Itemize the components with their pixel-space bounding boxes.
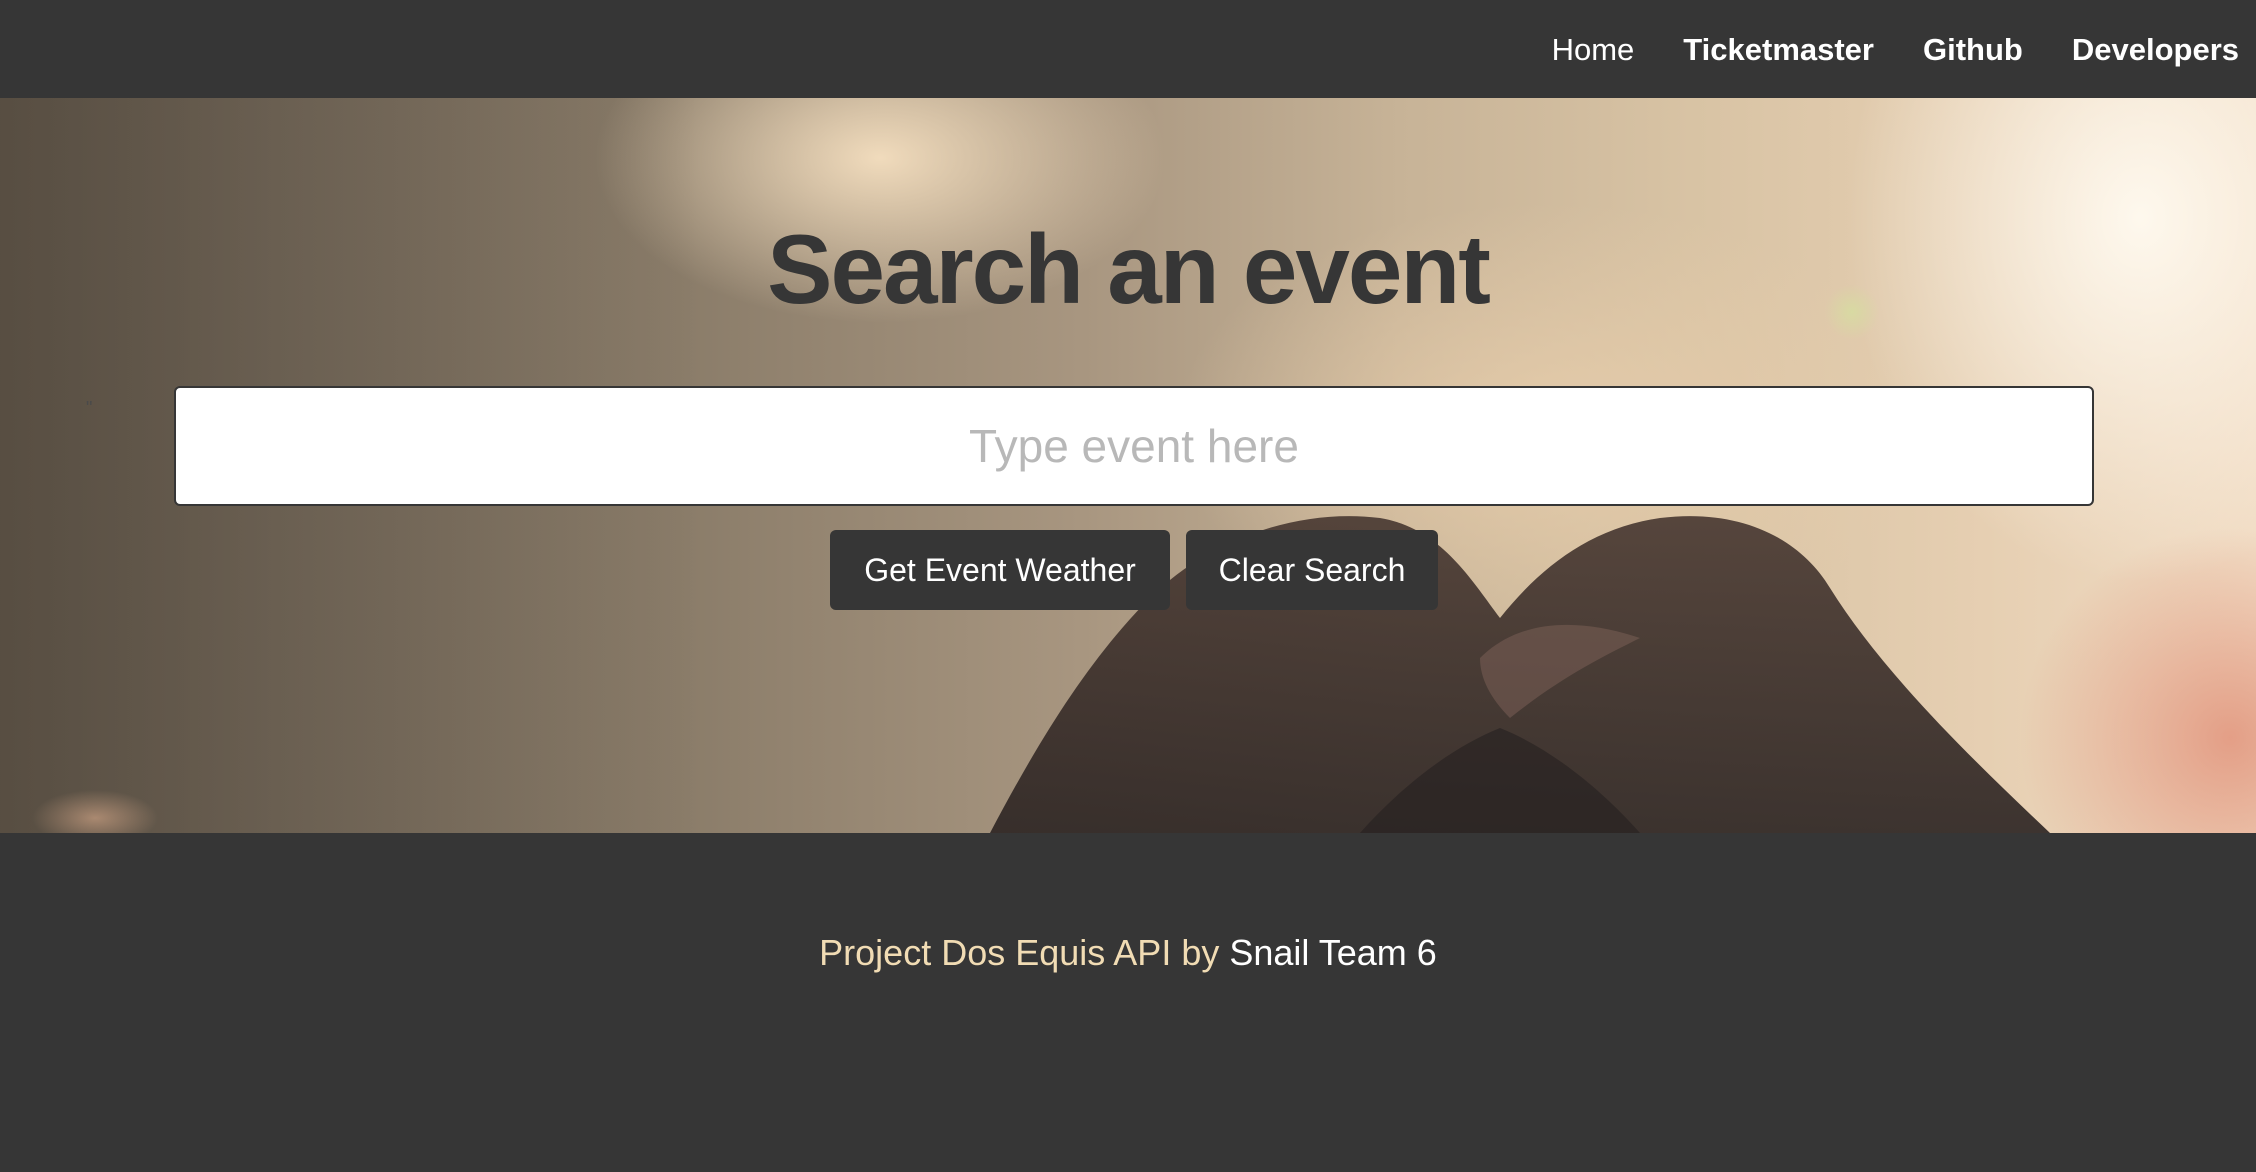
page-title: Search an event	[767, 214, 1491, 324]
top-navbar: Home Ticketmaster Github Developers	[0, 0, 2256, 98]
footer-project-text: Project Dos Equis API by	[819, 932, 1220, 973]
get-event-weather-button[interactable]: Get Event Weather	[830, 530, 1170, 610]
nav-link-home[interactable]: Home	[1552, 34, 1635, 65]
nav-link-github[interactable]: Github	[1923, 34, 2023, 65]
nav-link-developers[interactable]: Developers	[2072, 34, 2239, 65]
event-search-input[interactable]	[174, 386, 2094, 506]
footer-credit: Project Dos Equis API by Snail Team 6	[0, 935, 2256, 971]
page-footer: Project Dos Equis API by Snail Team 6	[0, 833, 2256, 1172]
nav-link-ticketmaster[interactable]: Ticketmaster	[1683, 34, 1874, 65]
clear-search-button[interactable]: Clear Search	[1186, 530, 1438, 610]
footer-team-name: Snail Team 6	[1229, 932, 1437, 973]
nav-links: Home Ticketmaster Github Developers	[1503, 0, 2239, 98]
stray-quote-mark: "	[86, 398, 93, 418]
